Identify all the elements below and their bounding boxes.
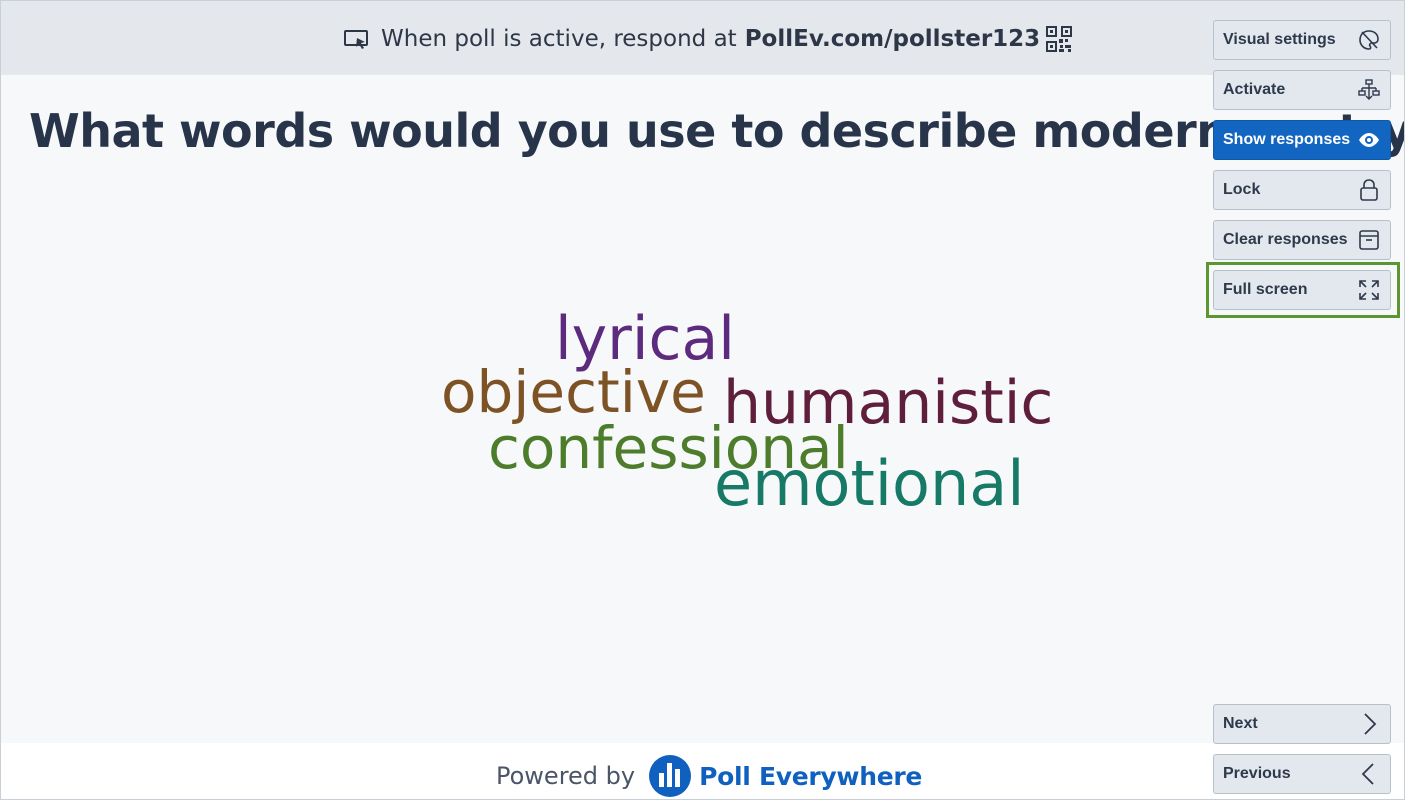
- chevron-left-icon: [1361, 763, 1374, 785]
- next-label: Next: [1223, 715, 1258, 732]
- eye-icon: [1359, 133, 1379, 147]
- chevron-right-icon: [1364, 713, 1377, 735]
- respond-instructions: When poll is active, respond at PollEv.c…: [343, 21, 1073, 57]
- question-title: What words would you use to describe mod…: [29, 104, 1405, 158]
- activate-label: Activate: [1223, 81, 1286, 98]
- powered-by: Powered by Poll Everywhere: [496, 755, 922, 797]
- brand-name: Poll Everywhere: [699, 761, 923, 791]
- cloud-word-objective: objective: [441, 358, 706, 426]
- lock-icon: [1360, 179, 1378, 201]
- visual-settings-button[interactable]: Visual settings: [1213, 20, 1391, 60]
- previous-label: Previous: [1223, 765, 1291, 782]
- show-responses-label: Show responses: [1223, 131, 1351, 148]
- screen-icon: [344, 30, 368, 49]
- visual-settings-label: Visual settings: [1223, 31, 1336, 48]
- cloud-word-emotional: emotional: [714, 447, 1025, 520]
- powered-by-text: Powered by: [496, 762, 636, 790]
- next-button[interactable]: Next: [1213, 704, 1391, 744]
- respond-banner: When poll is active, respond at PollEv.c…: [1, 1, 1404, 75]
- lock-button[interactable]: Lock: [1213, 170, 1391, 210]
- archive-icon: [1359, 230, 1379, 250]
- qr-code-icon[interactable]: [1046, 26, 1073, 52]
- respond-text: When poll is active, respond at: [381, 26, 737, 52]
- clear-responses-button[interactable]: Clear responses: [1213, 220, 1391, 260]
- poll-everywhere-logo-icon: [649, 755, 692, 797]
- full-screen-highlight: [1206, 262, 1400, 318]
- poll-presentation: When poll is active, respond at PollEv.c…: [0, 0, 1405, 800]
- respond-url[interactable]: PollEv.com/pollster123: [745, 26, 1040, 52]
- activate-button[interactable]: Activate: [1213, 70, 1391, 110]
- activate-flow-icon: [1358, 79, 1380, 100]
- clear-responses-label: Clear responses: [1223, 231, 1348, 248]
- lock-label: Lock: [1223, 181, 1261, 198]
- palette-icon: [1359, 30, 1379, 50]
- show-responses-button[interactable]: Show responses: [1213, 120, 1391, 160]
- footer: Powered by Poll Everywhere: [1, 743, 1404, 799]
- previous-button[interactable]: Previous: [1213, 754, 1391, 794]
